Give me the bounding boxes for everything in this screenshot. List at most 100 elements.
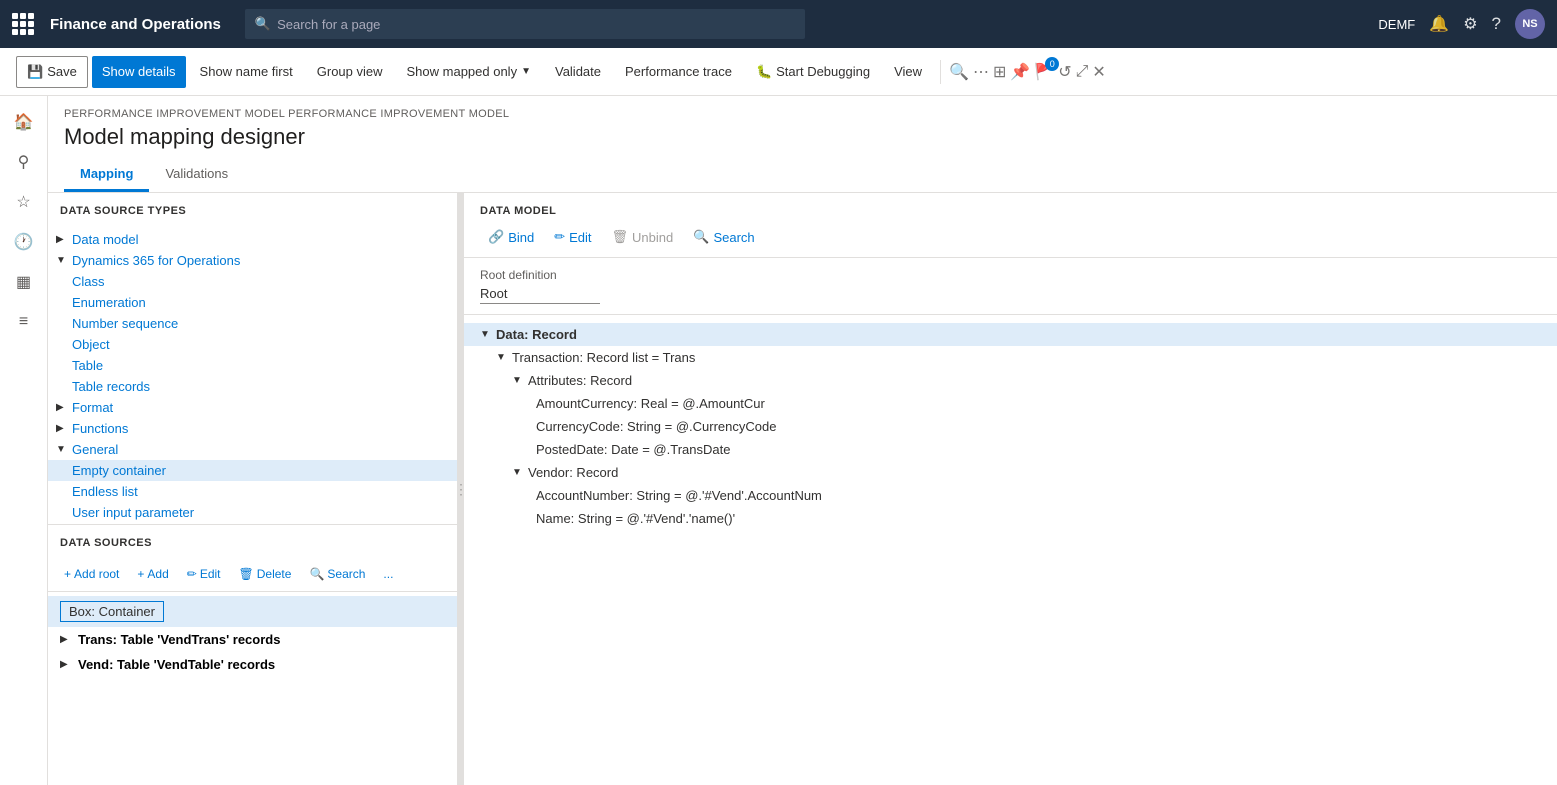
tab-mapping[interactable]: Mapping [64,158,149,192]
tree-item-user-input[interactable]: User input parameter [48,502,457,523]
tree-item-number-sequence[interactable]: Number sequence [48,313,457,334]
page-title: Model mapping designer [64,124,1541,150]
tree-item-label: Number sequence [72,316,178,331]
tree-item-label: Endless list [72,484,138,499]
toolbar-refresh-icon[interactable]: ↺ [1058,62,1071,82]
ds-item-vend[interactable]: ▶ Vend: Table 'VendTable' records [48,652,457,677]
show-name-first-button[interactable]: Show name first [190,56,303,88]
tree-item-general[interactable]: ▼ General [48,439,457,460]
bind-button[interactable]: 🔗 Bind [480,225,542,249]
tree-item-label: Empty container [72,463,166,478]
user-environment: DEMF [1378,17,1415,32]
page-toolbar: 💾 Save Show details Show name first Grou… [0,48,1557,96]
expand-icon: ▶ [56,234,68,245]
tree-item-class[interactable]: Class [48,271,457,292]
global-search-bar[interactable]: 🔍 [245,9,805,39]
dm-item-label: Data: Record [496,327,577,342]
add-button[interactable]: + Add [129,563,176,585]
tree-item-label: Dynamics 365 for Operations [72,253,240,268]
notifications-icon[interactable]: 🔔 [1429,14,1449,34]
add-root-button[interactable]: + Add root [56,563,127,585]
search-icon: 🔍 [309,567,324,581]
dm-item-label: CurrencyCode: String = @.CurrencyCode [536,419,776,434]
tree-item-empty-container[interactable]: Empty container [48,460,457,481]
start-debugging-button[interactable]: 🐛 Start Debugging [746,56,880,88]
dm-item-vendor[interactable]: ▼ Vendor: Record [464,461,1557,484]
search-button[interactable]: 🔍 Search [301,563,373,585]
dm-item-currency-code[interactable]: CurrencyCode: String = @.CurrencyCode [464,415,1557,438]
edit-icon: ✏ [554,229,565,245]
show-details-button[interactable]: Show details [92,56,186,88]
tree-item-enumeration[interactable]: Enumeration [48,292,457,313]
sidebar-filter-icon[interactable]: ⚲ [6,144,42,180]
toolbar-grid-icon[interactable]: ⊞ [993,62,1006,82]
dm-item-account-number[interactable]: AccountNumber: String = @.'#Vend'.Accoun… [464,484,1557,507]
sidebar-home-icon[interactable]: 🏠 [6,104,42,140]
tree-item-dynamics365[interactable]: ▼ Dynamics 365 for Operations [48,250,457,271]
toolbar-more-icon[interactable]: ⋯ [973,62,989,82]
save-button[interactable]: 💾 Save [16,56,88,88]
data-sources-panel: DATA SOURCES + Add root + Add ✏ Edit [48,525,457,785]
data-sources-toolbar: + Add root + Add ✏ Edit 🗑 [48,557,457,592]
delete-button[interactable]: 🗑 Delete [231,563,300,585]
help-icon[interactable]: ? [1492,14,1501,34]
unbind-button[interactable]: 🗑 Unbind [604,225,682,249]
tree-item-format[interactable]: ▶ Format [48,397,457,418]
plus-icon: + [137,567,144,581]
toolbar-expand-icon[interactable]: ⤢ [1076,63,1089,81]
global-search-input[interactable] [277,17,795,32]
dm-item-amount-currency[interactable]: AmountCurrency: Real = @.AmountCur [464,392,1557,415]
view-button[interactable]: View [884,56,932,88]
dm-search-button[interactable]: 🔍 Search [685,225,762,249]
toolbar-close-icon[interactable]: ✕ [1092,62,1105,82]
performance-trace-button[interactable]: Performance trace [615,56,742,88]
tree-item-table-records[interactable]: Table records [48,376,457,397]
ds-item-trans[interactable]: ▶ Trans: Table 'VendTrans' records [48,627,457,652]
tree-item-functions[interactable]: ▶ Functions [48,418,457,439]
settings-icon[interactable]: ⚙ [1463,14,1477,34]
tree-item-object[interactable]: Object [48,334,457,355]
group-view-button[interactable]: Group view [307,56,393,88]
plus-icon: + [64,567,71,581]
show-mapped-only-dropdown[interactable]: Show mapped only ▼ [397,56,541,88]
tree-item-label: Format [72,400,113,415]
sidebar-list-icon[interactable]: ≡ [6,304,42,340]
dm-edit-button[interactable]: ✏ Edit [546,225,599,249]
search-icon: 🔍 [693,229,709,245]
dm-item-label: Transaction: Record list = Trans [512,350,695,365]
show-mapped-only-button[interactable]: Show mapped only ▼ [397,56,541,88]
tab-validations[interactable]: Validations [149,158,244,192]
edit-button[interactable]: ✏ Edit [179,563,229,585]
dm-item-name[interactable]: Name: String = @.'#Vend'.'name()' [464,507,1557,530]
search-icon: 🔍 [255,16,271,32]
debug-icon: 🐛 [756,64,772,80]
delete-icon: 🗑 [239,567,254,581]
validate-button[interactable]: Validate [545,56,611,88]
tree-item-label: Object [72,337,110,352]
tree-item-label: User input parameter [72,505,194,520]
ds-item-box[interactable]: Box: Container [48,596,457,627]
dm-item-data-record[interactable]: ▼ Data: Record [464,323,1557,346]
tree-item-endless-list[interactable]: Endless list [48,481,457,502]
dm-item-attributes[interactable]: ▼ Attributes: Record [464,369,1557,392]
top-nav-right: DEMF 🔔 ⚙ ? NS [1378,9,1545,39]
tree-item-table[interactable]: Table [48,355,457,376]
data-model-toolbar: 🔗 Bind ✏ Edit 🗑 Unbind 🔍 [480,225,1541,249]
data-source-types-title: DATA SOURCE TYPES [48,193,457,225]
expand-icon: ▼ [512,467,524,478]
app-launcher-icon[interactable] [12,13,34,35]
tree-item-data-model[interactable]: ▶ Data model [48,229,457,250]
more-button[interactable]: ... [375,563,401,585]
toolbar-pin-icon[interactable]: 📌 [1010,62,1030,82]
user-avatar[interactable]: NS [1515,9,1545,39]
dm-item-posted-date[interactable]: PostedDate: Date = @.TransDate [464,438,1557,461]
data-sources-list: Box: Container ▶ Trans: Table 'VendTrans… [48,592,457,785]
expand-icon: ▶ [60,634,72,645]
unbind-icon: 🗑 [612,229,629,245]
sidebar-clock-icon[interactable]: 🕐 [6,224,42,260]
sidebar-star-icon[interactable]: ☆ [6,184,42,220]
toolbar-search-icon[interactable]: 🔍 [949,62,969,82]
sidebar-table-icon[interactable]: ▦ [6,264,42,300]
expand-icon: ▶ [56,402,68,413]
dm-item-transaction[interactable]: ▼ Transaction: Record list = Trans [464,346,1557,369]
